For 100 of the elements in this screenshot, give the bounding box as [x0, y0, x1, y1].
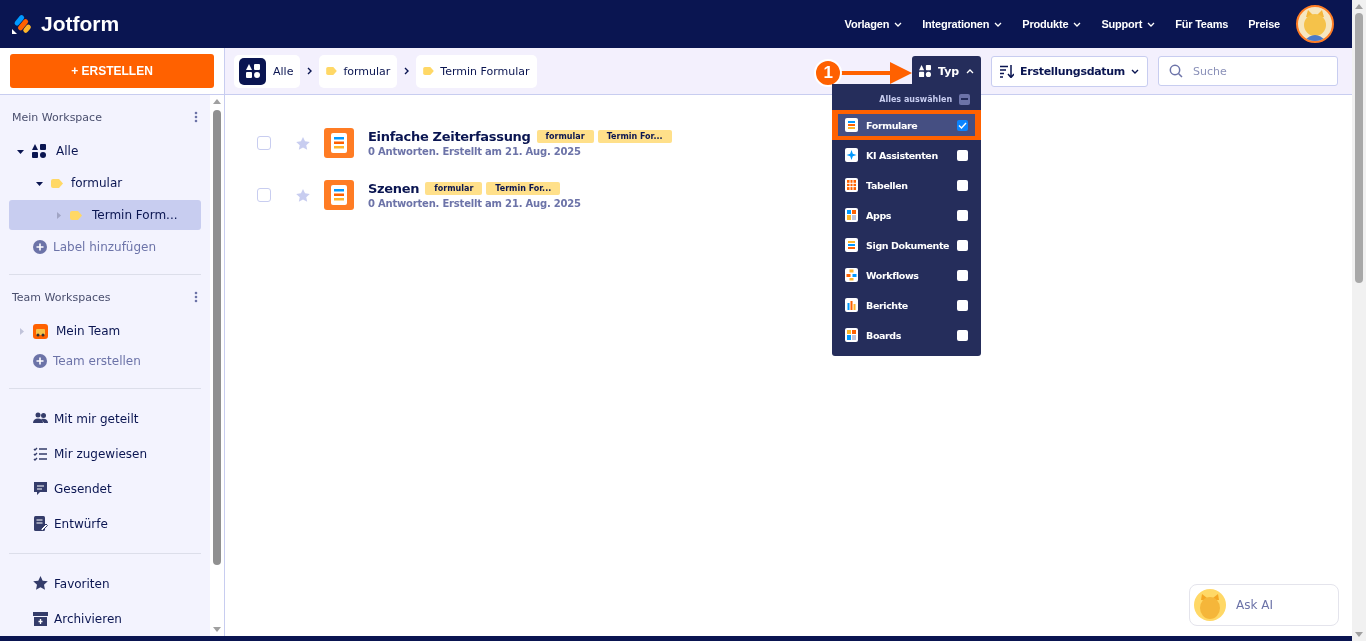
type-option[interactable]: Apps — [838, 204, 976, 226]
favorites-icon — [33, 576, 48, 591]
chevron-down-icon — [1147, 21, 1156, 27]
checkbox[interactable] — [957, 269, 969, 281]
sent-icon — [33, 481, 48, 496]
nav-link[interactable]: Integrationen — [922, 18, 1003, 30]
type-icon — [845, 238, 859, 252]
tag: formular — [536, 130, 594, 143]
type-icon — [845, 268, 859, 282]
form-title[interactable]: Einfache Zeiterfassung — [368, 129, 531, 144]
shared-icon — [33, 411, 48, 426]
caret-icon[interactable] — [36, 179, 43, 187]
sidebar-link[interactable]: Archivieren — [9, 601, 201, 636]
tree-item[interactable]: Alle — [9, 136, 201, 166]
tree-item[interactable]: Termin Form... — [9, 200, 201, 230]
nav-link[interactable]: Produkte — [1022, 18, 1082, 30]
tree-item[interactable]: formular — [9, 168, 201, 198]
type-option[interactable]: KI Assistenten — [838, 144, 976, 166]
type-icon — [845, 178, 859, 192]
checkbox[interactable] — [957, 299, 969, 311]
team-item[interactable]: Mein Team — [9, 316, 201, 346]
drafts-icon — [33, 516, 48, 531]
checkbox[interactable] — [957, 149, 969, 161]
create-team-link[interactable]: Team erstellen — [9, 346, 201, 376]
checkbox[interactable] — [257, 188, 271, 202]
chevron-icon — [966, 68, 975, 74]
type-icon — [845, 208, 859, 222]
search-icon — [1169, 64, 1183, 78]
scroll-down-icon[interactable] — [1355, 632, 1363, 637]
archive-icon — [33, 611, 48, 626]
type-option[interactable]: Workflows — [838, 264, 976, 286]
label-icon — [423, 67, 435, 75]
type-option[interactable]: Formulare — [838, 114, 976, 136]
more-icon[interactable] — [194, 111, 198, 123]
breadcrumb-item[interactable]: Alle — [234, 54, 301, 88]
type-option[interactable]: Sign Dokumente — [838, 234, 976, 256]
logo-text[interactable]: Jotform — [41, 12, 120, 36]
form-title[interactable]: Szenen — [368, 181, 420, 196]
avatar[interactable] — [1296, 5, 1334, 43]
scroll-down-icon[interactable] — [213, 627, 221, 632]
scrollbar[interactable] — [1352, 0, 1366, 641]
type-option[interactable]: Berichte — [838, 294, 976, 316]
nav-link[interactable]: Preise — [1248, 18, 1280, 30]
logo-icon — [11, 13, 33, 35]
form-meta: 0 Antworten. Erstellt am 21. Aug. 2025 — [368, 198, 581, 209]
chevron-down-icon — [1073, 21, 1082, 27]
sort-icon — [1000, 64, 1015, 78]
more-icon[interactable] — [194, 291, 198, 303]
checkbox[interactable] — [957, 239, 969, 251]
sidebar-link[interactable]: Gesendet — [9, 471, 201, 506]
team-icon — [33, 323, 48, 339]
label-icon — [51, 178, 63, 188]
caret-icon[interactable] — [17, 147, 24, 155]
scroll-up-icon[interactable] — [213, 99, 221, 104]
grid-icon — [32, 144, 46, 158]
star-icon[interactable] — [296, 188, 310, 202]
breadcrumb-item[interactable]: formular — [319, 54, 398, 88]
plus-icon — [33, 240, 47, 254]
scrollbar[interactable] — [210, 95, 224, 636]
section-title: Team Workspaces — [12, 290, 111, 304]
add-label-link[interactable]: Label hinzufügen — [9, 232, 201, 262]
checkbox[interactable] — [957, 329, 969, 341]
nav-link[interactable]: Für Teams — [1175, 18, 1229, 30]
chevron-down-icon — [894, 21, 903, 27]
sidebar-link[interactable]: Mir zugewiesen — [9, 436, 201, 471]
type-option[interactable]: Tabellen — [838, 174, 976, 196]
label-icon — [326, 67, 338, 75]
checkbox[interactable] — [957, 209, 969, 221]
sidebar-link[interactable]: Mit mir geteilt — [9, 401, 201, 436]
tag: Termin For... — [486, 182, 561, 195]
tag: formular — [425, 182, 483, 195]
mascot-icon — [1194, 589, 1226, 621]
assigned-icon — [33, 446, 48, 461]
chevron-icon — [307, 67, 313, 75]
sidebar-link[interactable]: Entwürfe — [9, 506, 201, 541]
ask-ai-button[interactable]: Ask AI — [1189, 584, 1339, 626]
search-field[interactable]: Suche — [1158, 56, 1338, 86]
checkbox[interactable] — [959, 93, 971, 105]
form-icon — [324, 128, 354, 158]
tag: Termin For... — [597, 130, 672, 143]
grid-icon — [239, 57, 266, 85]
star-icon[interactable] — [296, 136, 310, 150]
type-option[interactable]: Boards — [838, 324, 976, 346]
breadcrumb-item[interactable]: Termin Formular — [416, 54, 537, 88]
nav-link[interactable]: Vorlagen — [844, 18, 903, 30]
scroll-thumb[interactable] — [1355, 13, 1363, 283]
scroll-up-icon[interactable] — [1355, 4, 1363, 9]
chevron-down-icon — [994, 21, 1003, 27]
checkbox[interactable] — [957, 119, 969, 131]
sort-button[interactable]: Erstellungsdatum — [991, 55, 1148, 87]
sidebar-link[interactable]: Favoriten — [9, 566, 201, 601]
nav-link[interactable]: Support — [1101, 18, 1156, 30]
scroll-thumb[interactable] — [213, 110, 221, 565]
select-all-option[interactable]: Alles auswählen — [832, 92, 982, 106]
section-title: Mein Workspace — [12, 110, 102, 124]
checkbox[interactable] — [257, 136, 271, 150]
form-icon — [324, 180, 354, 210]
type-filter-button[interactable]: Typ — [912, 56, 982, 86]
checkbox[interactable] — [957, 179, 969, 191]
plus-icon — [33, 354, 47, 368]
